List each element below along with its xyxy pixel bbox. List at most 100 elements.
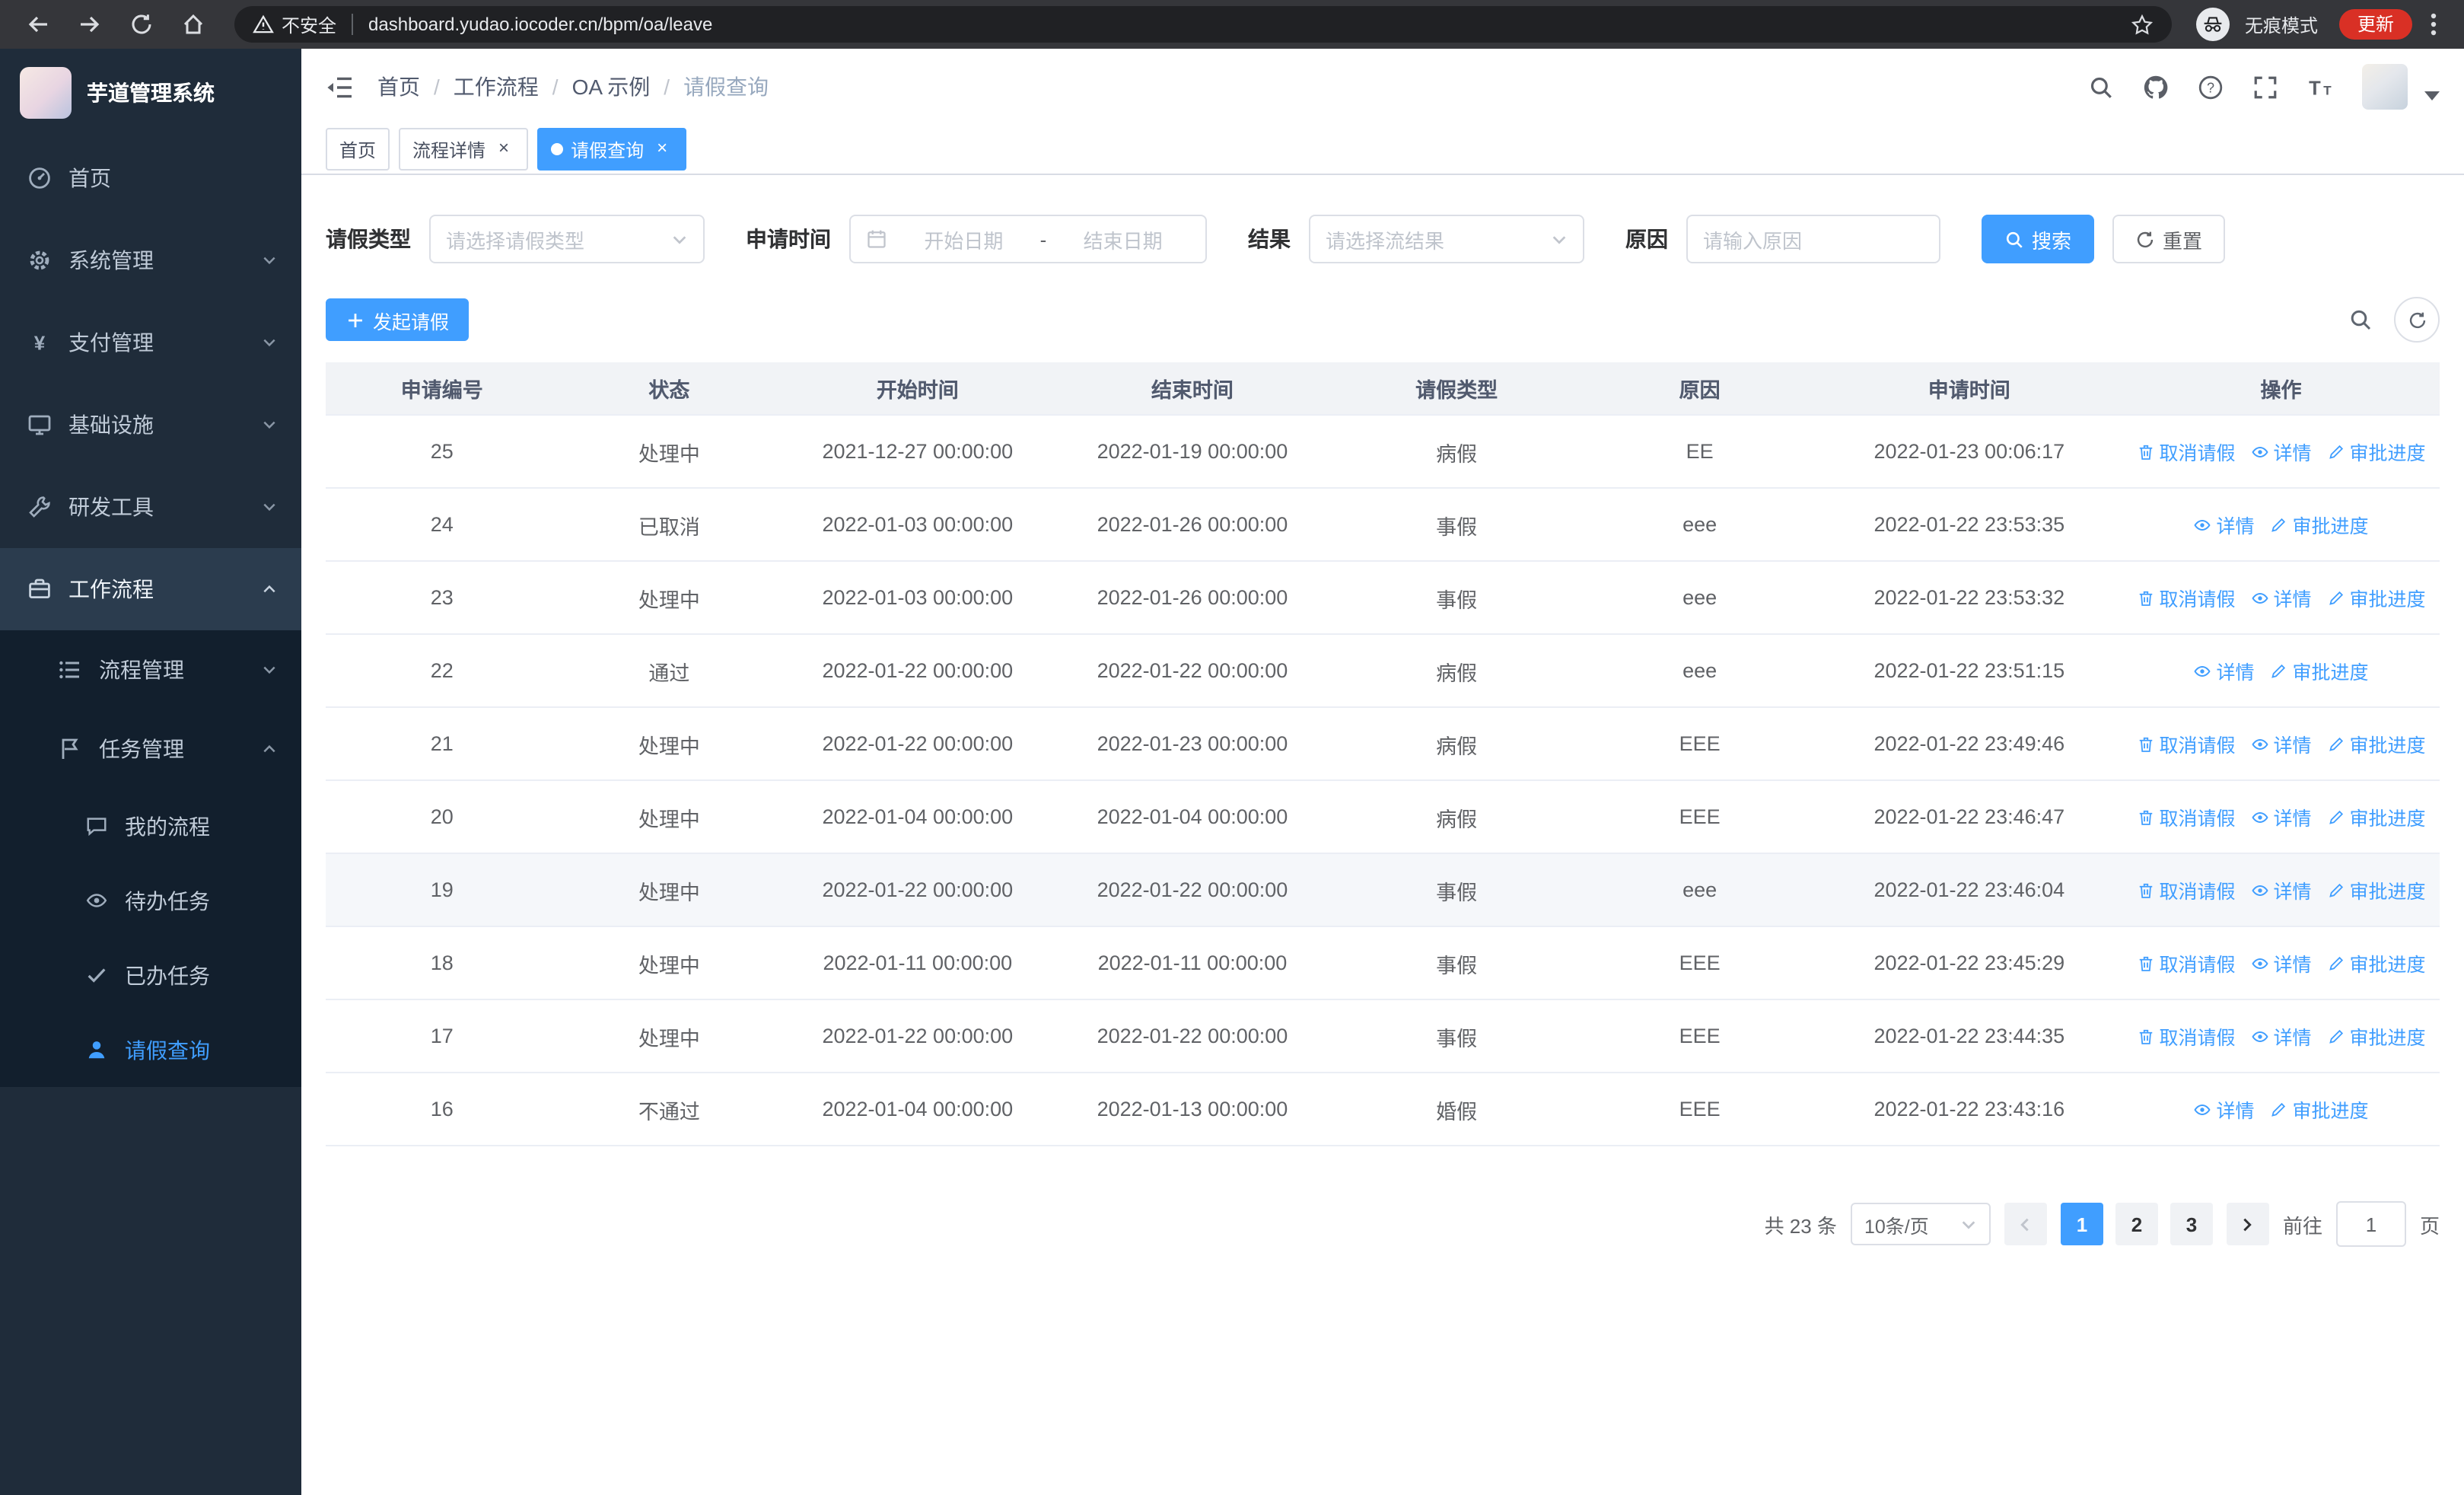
sidebar-item-home[interactable]: 首页 <box>0 137 301 219</box>
approval-progress-link[interactable]: 审批进度 <box>2327 948 2426 977</box>
hide-search-icon[interactable] <box>2348 308 2373 332</box>
page-3-button[interactable]: 3 <box>2170 1203 2213 1245</box>
sidebar-item-payment-management[interactable]: ¥ 支付管理 <box>0 301 301 384</box>
tab-leave-query[interactable]: 请假查询 × <box>537 128 687 171</box>
home-icon[interactable] <box>181 12 205 37</box>
security-label[interactable]: 不安全 <box>282 11 336 37</box>
leave-type-select[interactable]: 请选择请假类型 <box>429 215 705 263</box>
cell-operations: 详情 审批进度 <box>2122 1095 2440 1124</box>
create-leave-button[interactable]: 发起请假 <box>326 298 470 341</box>
avatar[interactable] <box>2362 64 2408 110</box>
cell-leave-type: 婚假 <box>1436 1100 1478 1123</box>
reload-icon[interactable] <box>129 12 154 37</box>
browser-menu-icon[interactable] <box>2431 12 2437 37</box>
search-button[interactable]: 搜索 <box>1982 215 2095 263</box>
result-select[interactable]: 请选择流结果 <box>1309 215 1584 263</box>
address-bar[interactable]: 不安全 dashboard.yudao.iocoder.cn/bpm/oa/le… <box>234 6 2172 43</box>
refresh-icon <box>2407 310 2427 330</box>
eye-icon <box>2251 442 2269 461</box>
sidebar-item-leave-query[interactable]: 请假查询 <box>0 1012 301 1087</box>
cancel-leave-link[interactable]: 取消请假 <box>2136 729 2236 758</box>
breadcrumb: 首页 / 工作流程 / OA 示例 / 请假查询 <box>377 72 769 102</box>
help-icon[interactable]: ? <box>2198 74 2224 100</box>
approval-progress-link[interactable]: 审批进度 <box>2327 583 2426 612</box>
sidebar-item-system-management[interactable]: 系统管理 <box>0 219 301 301</box>
breadcrumb-item-oa-example[interactable]: OA 示例 <box>572 72 651 102</box>
op-label: 取消请假 <box>2159 443 2236 464</box>
detail-link[interactable]: 详情 <box>2251 583 2312 612</box>
sidebar-item-todo-tasks[interactable]: 待办任务 <box>0 863 301 938</box>
detail-link[interactable]: 详情 <box>2251 875 2312 904</box>
sidebar-item-label: 系统管理 <box>68 248 154 273</box>
breadcrumb-item-home[interactable]: 首页 <box>377 72 420 102</box>
detail-link[interactable]: 详情 <box>2194 1095 2255 1124</box>
tab-home[interactable]: 首页 <box>326 128 390 171</box>
detail-link[interactable]: 详情 <box>2251 437 2312 466</box>
cancel-leave-link[interactable]: 取消请假 <box>2136 875 2236 904</box>
update-button[interactable]: 更新 <box>2338 9 2412 40</box>
apply-time-range-picker[interactable]: 开始日期 - 结束日期 <box>849 215 1207 263</box>
back-icon[interactable] <box>26 12 50 37</box>
eye-icon <box>2251 1027 2269 1045</box>
reason-input[interactable]: 请输入原因 <box>1686 215 1940 263</box>
breadcrumb-item-workflow[interactable]: 工作流程 <box>454 72 539 102</box>
tab-process-detail[interactable]: 流程详情 × <box>399 128 529 171</box>
page-1-button[interactable]: 1 <box>2060 1203 2103 1245</box>
detail-link[interactable]: 详情 <box>2251 948 2312 977</box>
approval-progress-link[interactable]: 审批进度 <box>2327 1022 2426 1050</box>
cell-status: 处理中 <box>638 735 700 757</box>
fullscreen-icon[interactable] <box>2252 74 2278 100</box>
cancel-leave-link[interactable]: 取消请假 <box>2136 437 2236 466</box>
cell-start-time: 2022-01-22 00:00:00 <box>822 732 1014 755</box>
detail-link[interactable]: 详情 <box>2194 656 2255 685</box>
approval-progress-link[interactable]: 审批进度 <box>2270 656 2369 685</box>
sidebar-item-dev-tools[interactable]: 研发工具 <box>0 466 301 548</box>
detail-link[interactable]: 详情 <box>2251 802 2312 831</box>
page-size-select[interactable]: 10条/页 <box>1850 1203 1991 1245</box>
cell-status: 处理中 <box>638 954 700 977</box>
sidebar-item-task-management[interactable]: 任务管理 <box>0 709 301 789</box>
page-2-button[interactable]: 2 <box>2115 1203 2158 1245</box>
table-row: 20 处理中 2022-01-04 00:00:00 2022-01-04 00:00… <box>326 781 2440 854</box>
forward-icon[interactable] <box>78 12 102 37</box>
collapse-sidebar-icon[interactable] <box>326 75 353 98</box>
cancel-leave-link[interactable]: 取消请假 <box>2136 802 2236 831</box>
op-label: 审批进度 <box>2349 808 2426 830</box>
prev-page-button[interactable] <box>2004 1203 2047 1245</box>
caret-down-icon[interactable] <box>2424 91 2440 100</box>
close-tab-icon[interactable]: × <box>493 138 514 160</box>
table-refresh-button[interactable] <box>2394 297 2440 343</box>
bookmark-star-icon[interactable] <box>2131 13 2154 36</box>
approval-progress-link[interactable]: 审批进度 <box>2270 1095 2369 1124</box>
sidebar-item-workflow[interactable]: 工作流程 <box>0 548 301 630</box>
url-text[interactable]: dashboard.yudao.iocoder.cn/bpm/oa/leave <box>368 14 2119 35</box>
approval-progress-link[interactable]: 审批进度 <box>2327 729 2426 758</box>
approval-progress-link[interactable]: 审批进度 <box>2327 802 2426 831</box>
table-header: 申请编号 状态 开始时间 结束时间 请假类型 原因 申请时间 操作 <box>326 362 2440 416</box>
sidebar-item-infrastructure[interactable]: 基础设施 <box>0 384 301 466</box>
reset-button[interactable]: 重置 <box>2112 215 2226 263</box>
op-label: 审批进度 <box>2349 443 2426 464</box>
font-size-icon[interactable]: TT <box>2307 74 2333 100</box>
next-page-button[interactable] <box>2226 1203 2269 1245</box>
search-icon[interactable] <box>2088 74 2114 100</box>
approval-progress-link[interactable]: 审批进度 <box>2327 437 2426 466</box>
sidebar-item-process-management[interactable]: 流程管理 <box>0 630 301 709</box>
goto-suffix: 页 <box>2419 1214 2440 1237</box>
cancel-leave-link[interactable]: 取消请假 <box>2136 948 2236 977</box>
sidebar-item-done-tasks[interactable]: 已办任务 <box>0 938 301 1012</box>
approval-progress-link[interactable]: 审批进度 <box>2270 510 2369 539</box>
detail-link[interactable]: 详情 <box>2251 1022 2312 1050</box>
approval-progress-link[interactable]: 审批进度 <box>2327 875 2426 904</box>
github-icon[interactable] <box>2143 74 2169 100</box>
edit-icon <box>2270 1100 2288 1118</box>
cancel-leave-link[interactable]: 取消请假 <box>2136 1022 2236 1050</box>
cancel-leave-link[interactable]: 取消请假 <box>2136 583 2236 612</box>
detail-link[interactable]: 详情 <box>2194 510 2255 539</box>
cell-leave-type: 事假 <box>1436 1027 1478 1050</box>
cell-apply-time: 2022-01-22 23:45:29 <box>1873 952 2065 974</box>
detail-link[interactable]: 详情 <box>2251 729 2312 758</box>
goto-page-input[interactable]: 1 <box>2335 1201 2406 1247</box>
close-tab-icon[interactable]: × <box>651 138 673 160</box>
sidebar-item-my-processes[interactable]: 我的流程 <box>0 789 301 863</box>
